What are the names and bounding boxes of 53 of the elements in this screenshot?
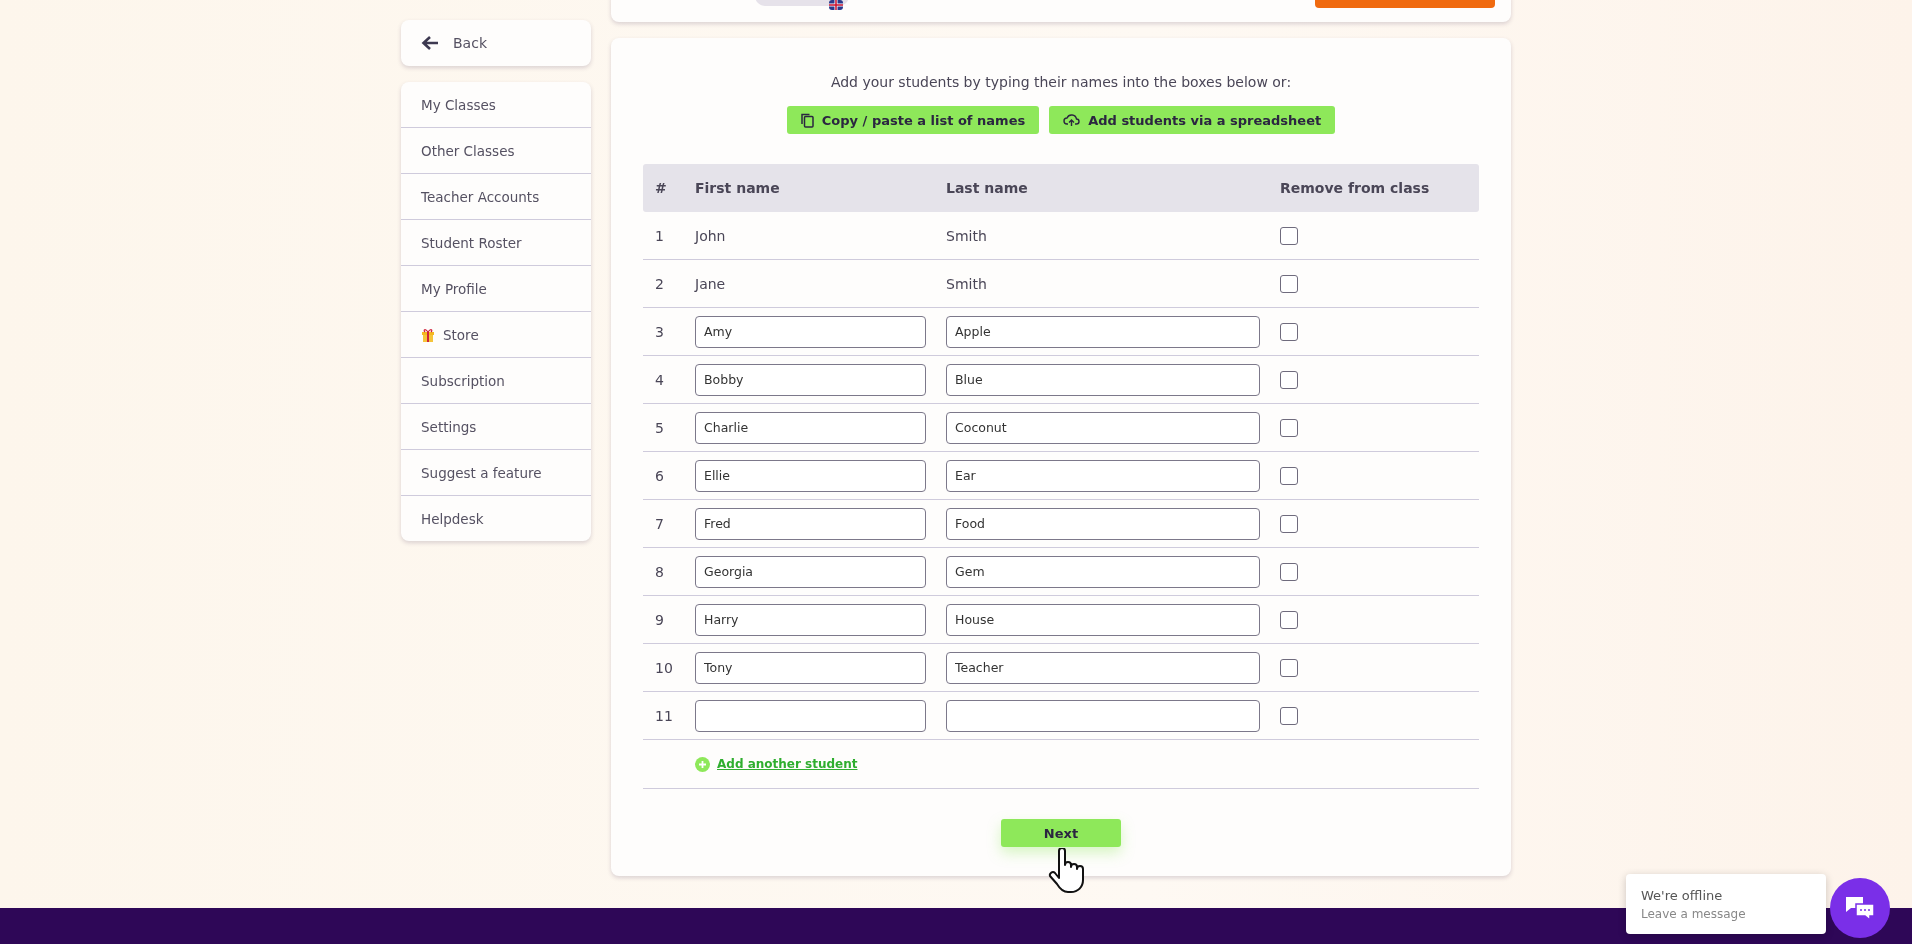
first-name-field[interactable]: Georgia: [695, 555, 926, 588]
last-name-field[interactable]: Blue: [946, 363, 1260, 396]
sidebar-item[interactable]: Subscription: [401, 357, 591, 403]
column-header: #: [655, 180, 667, 196]
first-name: John: [695, 227, 726, 244]
first-name-field[interactable]: Amy: [695, 315, 926, 348]
next-button[interactable]: Next: [1001, 819, 1121, 847]
last-name: Smith: [946, 275, 987, 292]
column-header: Last name: [946, 180, 1028, 196]
first-name-field[interactable]: Ellie: [695, 459, 926, 492]
sidebar-item[interactable]: Other Classes: [401, 127, 591, 173]
first-name: Jane: [695, 275, 726, 292]
row-number: 4: [655, 371, 664, 388]
chat-status: We're offline: [1641, 887, 1724, 903]
row-number: 11: [655, 707, 673, 724]
row-number: 2: [655, 275, 664, 292]
row-number: 8: [655, 563, 664, 580]
sidebar-item[interactable]: Teacher Accounts: [401, 173, 591, 219]
last-name-field[interactable]: House: [946, 603, 1260, 636]
sidebar-item[interactable]: Settings: [401, 403, 591, 449]
sidebar-item[interactable]: Student Roster: [401, 219, 591, 265]
instruction-text: Add your students by typing their names into the boxes below or:: [830, 74, 1292, 90]
row-number: 10: [655, 659, 673, 676]
first-name-field[interactable]: Charlie: [695, 411, 926, 444]
back-button[interactable]: Back: [401, 20, 591, 66]
column-header: First name: [695, 180, 780, 196]
action-button[interactable]: Copy / paste a list of names: [786, 106, 1040, 134]
first-name-field[interactable]: Harry: [695, 603, 926, 636]
last-name-field[interactable]: Teacher: [946, 651, 1260, 684]
last-name-field[interactable]: Ear: [946, 459, 1260, 492]
row-number: 5: [655, 419, 664, 436]
chat-prompt: Leave a message: [1641, 906, 1747, 921]
last-name-field[interactable]: Apple: [946, 315, 1260, 348]
last-name-field[interactable]: Coconut: [946, 411, 1260, 444]
last-name-field[interactable]: Gem: [946, 555, 1260, 588]
first-name-field[interactable]: Bobby: [695, 363, 926, 396]
sidebar-item[interactable]: Store: [401, 311, 591, 357]
sidebar-item[interactable]: Helpdesk: [401, 495, 591, 541]
last-name: Smith: [946, 227, 987, 244]
last-name-field[interactable]: Food: [946, 507, 1260, 540]
first-name-field[interactable]: Tony: [695, 651, 926, 684]
row-number: 9: [655, 611, 664, 628]
sidebar-item[interactable]: My Classes: [401, 82, 591, 127]
row-number: 6: [655, 467, 664, 484]
row-number: 1: [655, 227, 664, 244]
chat-popup[interactable]: We're offline Leave a message: [1626, 874, 1826, 934]
row-number: 3: [655, 323, 664, 340]
column-header: Remove from class: [1280, 180, 1430, 196]
sidebar-item[interactable]: My Profile: [401, 265, 591, 311]
action-button[interactable]: Add students via a spreadsheet: [1049, 106, 1336, 134]
row-number: 7: [655, 515, 664, 532]
first-name-field[interactable]: Fred: [695, 507, 926, 540]
sidebar-item[interactable]: Suggest a feature: [401, 449, 591, 495]
